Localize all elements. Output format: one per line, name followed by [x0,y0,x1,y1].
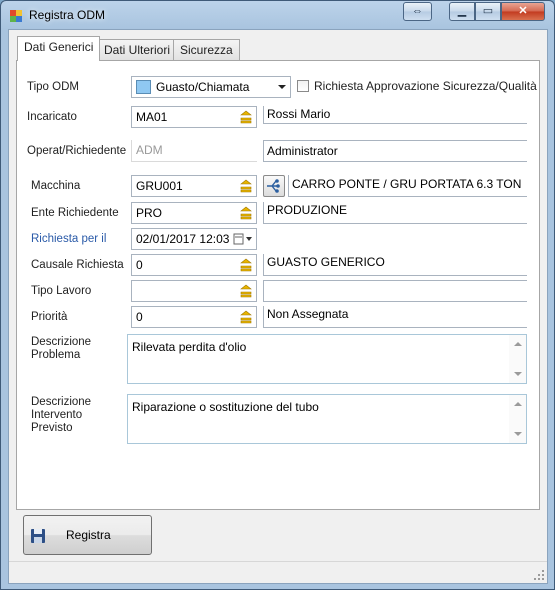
tab-dati-ulteriori[interactable]: Dati Ulteriori [97,39,178,60]
priorita-code: 0 [136,310,143,324]
vertical-scrollbar[interactable] [509,335,526,383]
app-icon [10,10,22,22]
lookup-icon[interactable] [236,176,256,196]
lookup-icon[interactable] [236,203,256,223]
macchina-field[interactable]: GRU001 [131,175,257,197]
tab-label: Dati Generici [24,40,94,54]
tipo-lavoro-field[interactable] [131,280,257,302]
richiesta-per-il-label[interactable]: Richiesta per il [31,233,106,245]
richiesta-per-il-datepicker[interactable]: 02/01/2017 12:03 [131,228,257,250]
scroll-up-icon[interactable] [514,402,522,406]
save-disk-icon [31,529,45,543]
macchina-description: CARRO PONTE / GRU PORTATA 6.3 TON [288,175,527,197]
close-button[interactable]: ✕ [501,2,545,21]
causale-richiesta-label: Causale Richiesta [31,259,124,271]
label-line: Previsto [31,422,73,434]
causale-richiesta-description: GUASTO GENERICO [263,254,527,276]
operat-richiedente-description: Administrator [263,140,527,162]
type-color-swatch [136,80,151,94]
chevron-down-icon [278,85,286,89]
ente-richiedente-code: PRO [136,206,163,220]
tipo-lavoro-label: Tipo Lavoro [31,285,92,297]
tab-label: Sicurezza [180,43,233,57]
incaricato-code: MA01 [136,110,168,124]
client-area: Dati Generici Dati Ulteriori Sicurezza T… [8,29,548,584]
causale-richiesta-code: 0 [136,258,143,272]
minimize-button[interactable]: ▁ [449,2,475,21]
maximize-icon: ▭ [482,5,494,17]
tab-page-dati-generici: Tipo ODM Guasto/Chiamata Richiesta Appro… [16,60,540,510]
lookup-icon[interactable] [236,281,256,301]
priorita-label: Priorità [31,311,68,323]
title-bar[interactable]: Registra ODM ⇔ ▁ ▭ ✕ [1,1,554,29]
double-arrow-icon: ⇔ [412,5,423,17]
registra-label: Registra [66,528,111,542]
label-line: Descrizione [31,336,92,348]
ente-richiedente-field[interactable]: PRO [131,202,257,224]
window: Registra ODM ⇔ ▁ ▭ ✕ Dati Generici Dati … [0,0,555,590]
machine-tree-button[interactable] [263,175,285,197]
maximize-button[interactable]: ▭ [475,2,501,21]
window-title: Registra ODM [29,8,106,22]
lookup-icon[interactable] [236,255,256,275]
approval-label: Richiesta Approvazione Sicurezza/Qualità [314,79,537,93]
lookup-icon[interactable] [236,307,256,327]
label-line: Descrizione [31,396,92,408]
descrizione-problema-label: Descrizione Problema [31,336,91,362]
operat-richiedente-code: ADM [136,143,163,157]
macchina-code: GRU001 [136,179,183,193]
operat-richiedente-field: ADM [131,140,257,162]
approval-checkbox[interactable] [297,80,309,92]
tipo-odm-select[interactable]: Guasto/Chiamata [131,76,291,98]
tab-dati-generici[interactable]: Dati Generici [17,36,101,61]
ente-richiedente-description: PRODUZIONE [263,202,527,224]
incaricato-field[interactable]: MA01 [131,106,257,128]
incaricato-description: Rossi Mario [263,106,527,124]
richiesta-per-il-value: 02/01/2017 12:03 [136,232,230,246]
tab-sicurezza[interactable]: Sicurezza [173,39,240,60]
tree-icon [267,179,280,193]
minimize-icon: ▁ [457,5,467,17]
tipo-odm-value: Guasto/Chiamata [156,80,250,94]
macchina-label: Macchina [31,180,81,192]
scroll-up-icon[interactable] [514,342,522,346]
registra-button[interactable]: Registra [23,515,152,555]
scroll-down-icon[interactable] [514,372,522,376]
operat-richiedente-label: Operat/Richiedente [27,145,127,157]
ente-richiedente-label: Ente Richiedente [31,207,119,219]
vertical-scrollbar[interactable] [509,395,526,443]
calendar-icon[interactable] [233,233,253,245]
resize-toggle-button[interactable]: ⇔ [403,2,432,21]
priorita-field[interactable]: 0 [131,306,257,328]
descrizione-problema-textarea[interactable]: Rilevata perdita d'olio [127,334,527,384]
label-line: Problema [31,349,81,361]
incaricato-label: Incaricato [27,111,77,123]
scroll-down-icon[interactable] [514,432,522,436]
causale-richiesta-field[interactable]: 0 [131,254,257,276]
tipo-lavoro-description [263,280,527,302]
tab-label: Dati Ulteriori [104,43,171,57]
descrizione-intervento-value: Riparazione o sostituzione del tubo [132,400,319,414]
lookup-icon[interactable] [236,107,256,127]
descrizione-intervento-textarea[interactable]: Riparazione o sostituzione del tubo [127,394,527,444]
descrizione-problema-value: Rilevata perdita d'olio [132,340,247,354]
resize-grip-icon[interactable] [534,570,544,580]
descrizione-intervento-label: Descrizione Intervento Previsto [31,396,91,435]
status-bar [9,561,547,583]
priorita-description: Non Assegnata [263,306,527,328]
label-line: Intervento [31,409,83,421]
tipo-odm-label: Tipo ODM [27,81,79,93]
close-icon: ✕ [518,5,528,17]
